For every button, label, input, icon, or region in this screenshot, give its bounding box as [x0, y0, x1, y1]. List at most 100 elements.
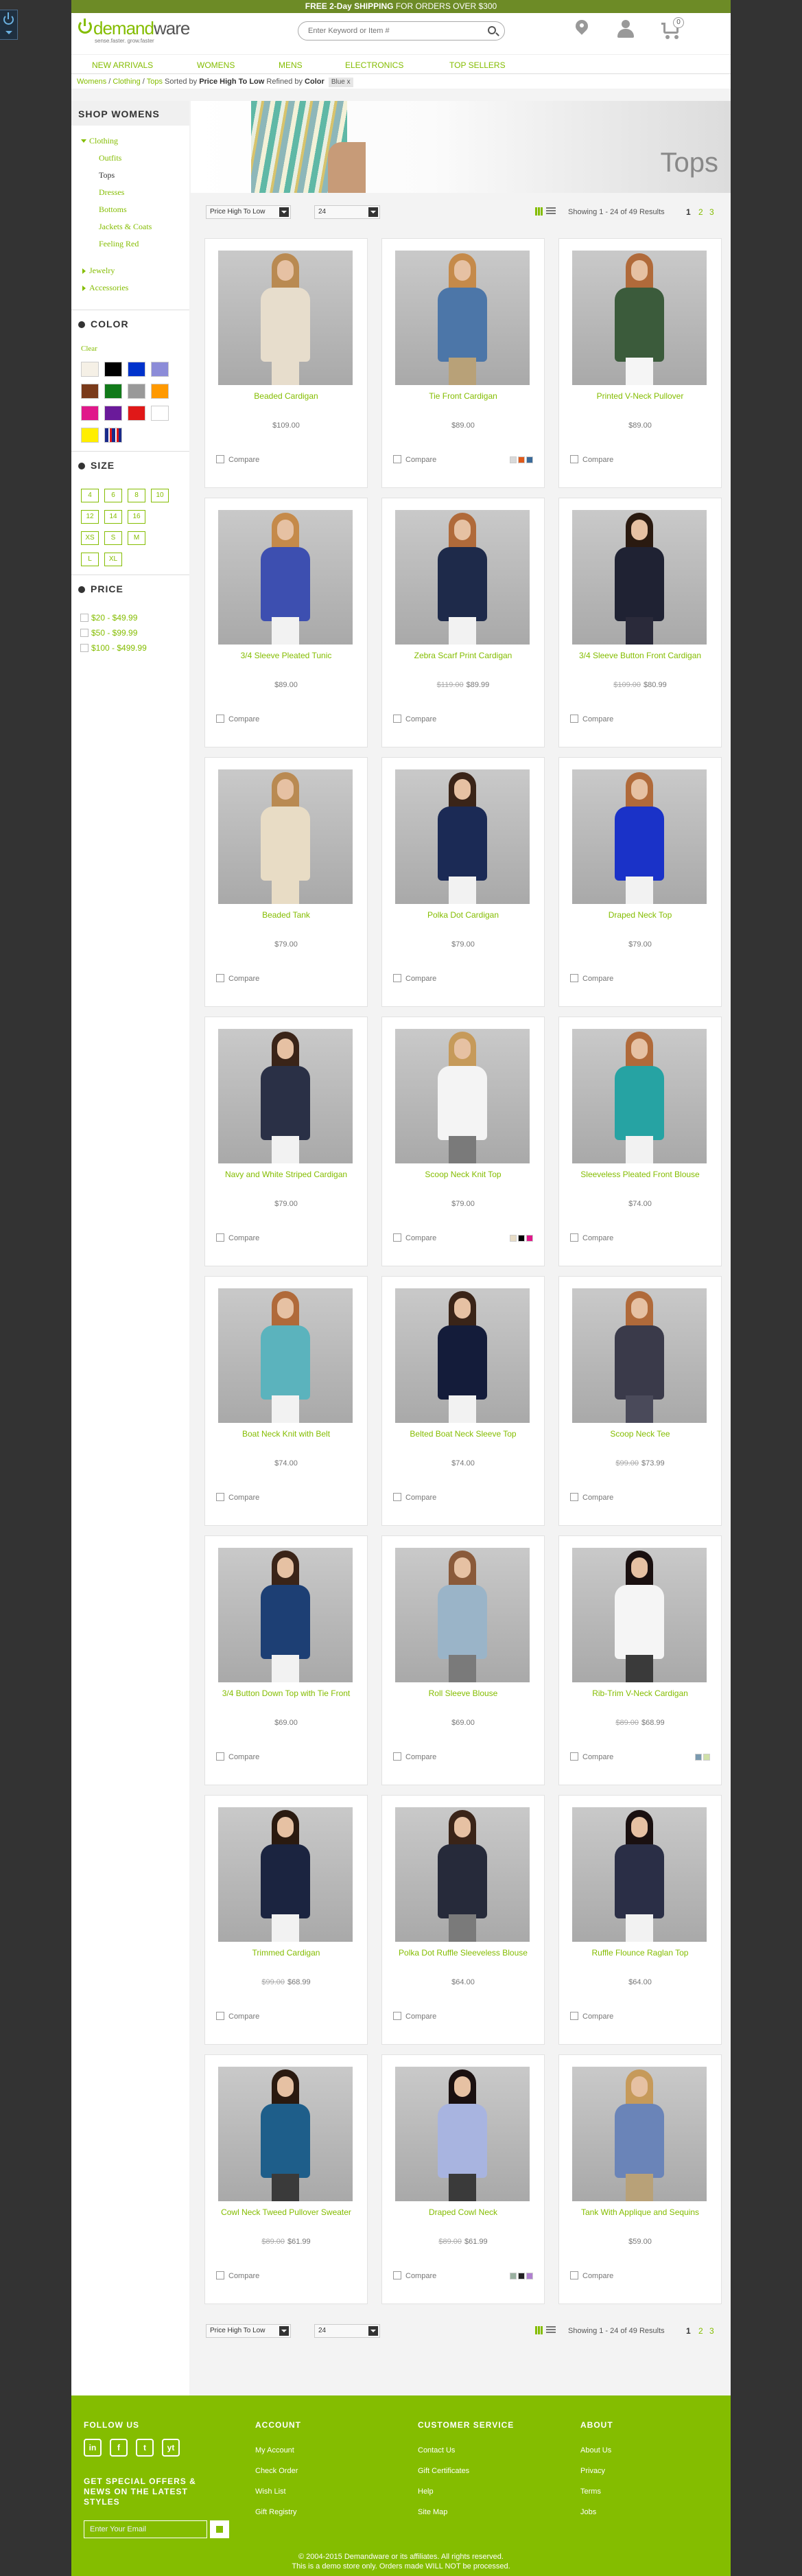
youtube-icon[interactable]: yt	[162, 2439, 180, 2457]
product-image[interactable]	[395, 1548, 530, 1682]
compare-checkbox[interactable]: Compare	[216, 1493, 259, 1502]
product-image[interactable]	[572, 2067, 707, 2201]
compare-checkbox[interactable]: Compare	[216, 974, 259, 983]
product-tile[interactable]: Draped Cowl Neck $89.00 $61.99 Compare	[381, 2054, 545, 2304]
product-name[interactable]: 3/4 Sleeve Button Front Cardigan	[566, 650, 714, 661]
search-icon[interactable]	[488, 26, 496, 34]
color-swatch[interactable]	[81, 428, 99, 443]
compare-checkbox[interactable]: Compare	[393, 1493, 436, 1502]
color-swatch[interactable]	[510, 2273, 517, 2279]
product-tile[interactable]: Belted Boat Neck Sleeve Top $74.00 Compare	[381, 1276, 545, 1526]
product-name[interactable]: Printed V-Neck Pullover	[566, 391, 714, 402]
footer-help[interactable]: Help	[418, 2487, 434, 2496]
product-name[interactable]: Boat Neck Knit with Belt	[212, 1428, 360, 1439]
nav-mens[interactable]: MENS	[279, 60, 303, 70]
product-tile[interactable]: Roll Sleeve Blouse $69.00 Compare	[381, 1535, 545, 1785]
size-option[interactable]: 8	[128, 489, 145, 502]
page-size-select[interactable]: 24	[314, 205, 380, 219]
compare-checkbox[interactable]: Compare	[393, 974, 436, 983]
refinement-chip[interactable]: Blue x	[328, 78, 353, 87]
compare-checkbox[interactable]: Compare	[570, 455, 613, 464]
color-swatch[interactable]	[526, 456, 533, 463]
sidebar-item-outfits[interactable]: Outfits	[99, 153, 121, 163]
user-account-icon[interactable]	[617, 20, 635, 39]
product-image[interactable]	[395, 1029, 530, 1163]
clear-color-link[interactable]: Clear	[81, 345, 97, 353]
size-option[interactable]: 16	[128, 510, 145, 524]
product-name[interactable]: Beaded Cardigan	[212, 391, 360, 402]
breadcrumb-clothing[interactable]: Clothing	[113, 78, 140, 86]
twitter-icon[interactable]: t	[136, 2439, 154, 2457]
product-image[interactable]	[218, 2067, 353, 2201]
product-image[interactable]	[572, 1029, 707, 1163]
footer-about-us[interactable]: About Us	[580, 2446, 611, 2455]
product-tile[interactable]: Sleeveless Pleated Front Blouse $74.00 Com…	[558, 1017, 722, 1266]
product-name[interactable]: Polka Dot Ruffle Sleeveless Blouse	[389, 1947, 537, 1958]
sidebar-item-clothing[interactable]: Clothing	[89, 136, 118, 146]
product-image[interactable]	[218, 510, 353, 645]
footer-contact-us[interactable]: Contact Us	[418, 2446, 455, 2455]
site-toolkit-badge[interactable]	[0, 10, 18, 40]
size-option[interactable]: XS	[81, 531, 99, 545]
color-swatch[interactable]	[81, 384, 99, 399]
product-image[interactable]	[395, 2067, 530, 2201]
compare-checkbox[interactable]: Compare	[393, 2012, 436, 2021]
product-name[interactable]: Trimmed Cardigan	[212, 1947, 360, 1958]
product-name[interactable]: Ruffle Flounce Raglan Top	[566, 1947, 714, 1958]
facebook-icon[interactable]: f	[110, 2439, 128, 2457]
product-image[interactable]	[395, 1288, 530, 1423]
product-tile[interactable]: Beaded Cardigan $109.00 Compare	[204, 238, 368, 488]
sidebar-item-jackets[interactable]: Jackets & Coats	[99, 222, 152, 232]
list-view-icon[interactable]	[546, 207, 556, 216]
product-name[interactable]: Scoop Neck Knit Top	[389, 1169, 537, 1180]
compare-checkbox[interactable]: Compare	[393, 1752, 436, 1761]
sidebar-item-jewelry[interactable]: Jewelry	[89, 266, 115, 276]
product-name[interactable]: Polka Dot Cardigan	[389, 909, 537, 920]
product-name[interactable]: Draped Cowl Neck	[389, 2207, 537, 2218]
sidebar-item-tops[interactable]: Tops	[99, 170, 115, 181]
color-swatch[interactable]	[81, 362, 99, 377]
product-name[interactable]: Navy and White Striped Cardigan	[212, 1169, 360, 1180]
product-name[interactable]: 3/4 Sleeve Pleated Tunic	[212, 650, 360, 661]
product-image[interactable]	[572, 769, 707, 904]
color-swatch[interactable]	[81, 406, 99, 421]
product-tile[interactable]: Scoop Neck Knit Top $79.00 Compare	[381, 1017, 545, 1266]
size-option[interactable]: M	[128, 531, 145, 545]
color-swatch[interactable]	[151, 362, 169, 377]
product-name[interactable]: Roll Sleeve Blouse	[389, 1688, 537, 1699]
product-tile[interactable]: Zebra Scarf Print Cardigan $119.00 $89.99 C…	[381, 498, 545, 747]
product-image[interactable]	[572, 1288, 707, 1423]
product-tile[interactable]: Scoop Neck Tee $99.00 $73.99 Compare	[558, 1276, 722, 1526]
product-name[interactable]: Rib-Trim V-Neck Cardigan	[566, 1688, 714, 1699]
compare-checkbox[interactable]: Compare	[393, 455, 436, 464]
size-option[interactable]: 14	[104, 510, 122, 524]
product-tile[interactable]: Polka Dot Cardigan $79.00 Compare	[381, 757, 545, 1007]
compare-checkbox[interactable]: Compare	[570, 974, 613, 983]
nav-electronics[interactable]: ELECTRONICS	[345, 60, 403, 70]
product-image[interactable]	[218, 251, 353, 385]
product-name[interactable]: Tank With Applique and Sequins	[566, 2207, 714, 2218]
product-name[interactable]: Scoop Neck Tee	[566, 1428, 714, 1439]
product-image[interactable]	[395, 251, 530, 385]
compare-checkbox[interactable]: Compare	[570, 1233, 613, 1242]
compare-checkbox[interactable]: Compare	[393, 2271, 436, 2280]
color-swatch[interactable]	[518, 456, 525, 463]
footer-terms[interactable]: Terms	[580, 2487, 601, 2496]
product-image[interactable]	[572, 1548, 707, 1682]
footer-jobs[interactable]: Jobs	[580, 2508, 596, 2516]
sidebar-item-dresses[interactable]: Dresses	[99, 187, 124, 198]
breadcrumb-tops[interactable]: Tops	[147, 78, 163, 86]
footer-wish-list[interactable]: Wish List	[255, 2487, 286, 2496]
compare-checkbox[interactable]: Compare	[393, 1233, 436, 1242]
sidebar-item-feeling-red[interactable]: Feeling Red	[99, 239, 139, 249]
compare-checkbox[interactable]: Compare	[570, 1752, 613, 1761]
price-filter-3[interactable]: $100 - $499.99	[80, 643, 147, 653]
color-swatch[interactable]	[526, 1235, 533, 1242]
size-option[interactable]: L	[81, 553, 99, 566]
color-swatch[interactable]	[104, 428, 122, 443]
product-tile[interactable]: 3/4 Sleeve Pleated Tunic $89.00 Compare	[204, 498, 368, 747]
product-image[interactable]	[218, 1288, 353, 1423]
color-swatch[interactable]	[104, 362, 122, 377]
product-name[interactable]: Sleeveless Pleated Front Blouse	[566, 1169, 714, 1180]
product-image[interactable]	[218, 1548, 353, 1682]
